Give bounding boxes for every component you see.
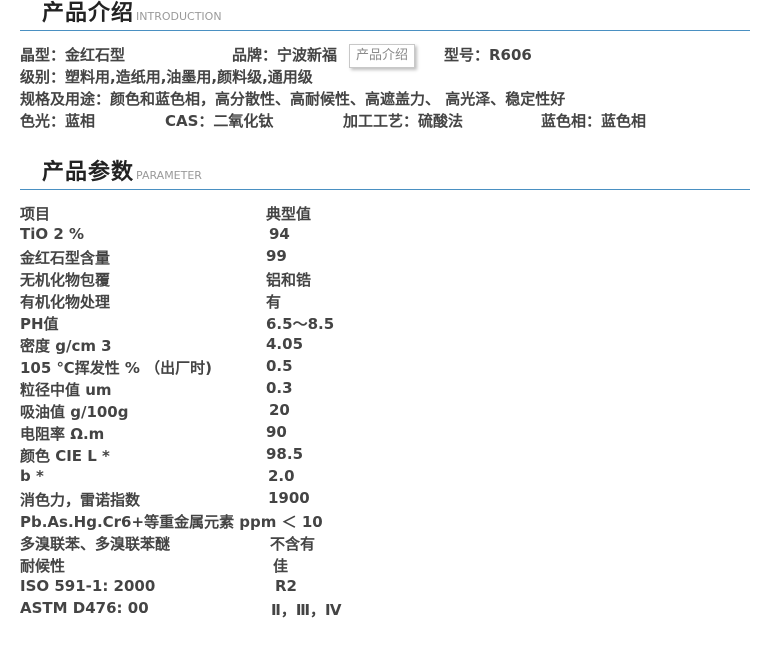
param-name: 吸油值 g/100g <box>20 403 129 421</box>
table-row: 耐候性 佳 <box>20 555 520 577</box>
brand: 品牌：宁波新福 <box>232 46 338 64</box>
table-row: 颜色 CIE L * 98.5 <box>20 445 520 467</box>
intro-tooltip: 产品介绍 <box>349 44 416 68</box>
param-name: b * <box>20 467 44 485</box>
table-row: 105 ℃挥发性 % （出厂时) 0.5 <box>20 357 520 379</box>
table-row: 密度 g/cm 3 4.05 <box>20 335 520 357</box>
table-row: TiO 2 % 94 <box>20 225 520 247</box>
param-value: 1900 <box>268 489 310 507</box>
process: 加工工艺：硫酸法 <box>343 112 464 130</box>
param-name: 无机化物包覆 <box>20 271 111 289</box>
param-value: 0.5 <box>266 357 293 375</box>
param-name: 电阻率 Ω.m <box>20 425 105 443</box>
param-name: Pb.As.Hg.Cr6+等重金属元素 ppm ＜ 10 <box>20 513 323 531</box>
param-subtitle: PARAMETER <box>136 169 202 182</box>
param-name: 密度 g/cm 3 <box>20 337 112 355</box>
table-row: PH值 6.5～8.5 <box>20 313 520 335</box>
spec-usage: 规格及用途：颜色和蓝色相，高分散性、高耐候性、高遮盖力、 高光泽、稳定性好 <box>20 90 566 108</box>
param-name: 多溴联苯、多溴联苯醚 <box>20 535 171 553</box>
param-name: ISO 591-1: 2000 <box>20 577 156 595</box>
color-light: 色光：蓝相 <box>20 112 96 130</box>
intro-subtitle: INTRODUCTION <box>136 10 222 23</box>
param-name: 消色力，雷诺指数 <box>20 491 141 509</box>
param-table: 项目 典型值 TiO 2 % 94 金红石型含量 99 无机化物包覆 铝和锆 有机化物处… <box>20 203 520 621</box>
crystal-type: 晶型：金红石型 <box>20 46 126 64</box>
param-value: 4.05 <box>266 335 304 353</box>
param-name: ASTM D476: 00 <box>20 599 149 617</box>
param-value: 0.3 <box>266 379 293 397</box>
param-value: 94 <box>269 225 290 243</box>
table-row: 金红石型含量 99 <box>20 247 520 269</box>
table-row: b * 2.0 <box>20 467 520 489</box>
table-row: 电阻率 Ω.m 90 <box>20 423 520 445</box>
param-value: 90 <box>266 423 287 441</box>
param-value: 佳 <box>273 557 289 575</box>
intro-section-header: 产品介绍 INTRODUCTION <box>20 0 750 31</box>
table-row: ISO 591-1: 2000 R2 <box>20 577 520 599</box>
param-value: 98.5 <box>266 445 304 463</box>
grade: 级别：塑料用,造纸用,油墨用,颜料级,通用级 <box>20 68 313 86</box>
model-number: 型号：R606 <box>444 46 532 64</box>
cas-number: CAS：二氧化钛 <box>165 112 274 130</box>
param-name: 项目 <box>20 205 51 223</box>
blue-phase: 蓝色相：蓝色相 <box>541 112 647 130</box>
param-name: 金红石型含量 <box>20 249 111 267</box>
param-name: 有机化物处理 <box>20 293 111 311</box>
param-name: 粒径中值 um <box>20 381 112 399</box>
param-value: 铝和锆 <box>266 271 312 289</box>
param-value: 有 <box>266 293 282 311</box>
param-value: 6.5～8.5 <box>266 315 335 333</box>
table-row: 无机化物包覆 铝和锆 <box>20 269 520 291</box>
table-row: 吸油值 g/100g 20 <box>20 401 520 423</box>
table-row: 项目 典型值 <box>20 203 520 225</box>
param-value: R2 <box>275 577 297 595</box>
table-row: Pb.As.Hg.Cr6+等重金属元素 ppm ＜ 10 <box>20 511 520 533</box>
table-row: ASTM D476: 00 Ⅱ，Ⅲ，Ⅳ <box>20 599 520 621</box>
param-title: 产品参数 PARAMETER <box>42 160 202 185</box>
param-name: PH值 <box>20 315 59 333</box>
table-row: 有机化物处理 有 <box>20 291 520 313</box>
param-value: Ⅱ，Ⅲ，Ⅳ <box>271 601 342 619</box>
param-value: 典型值 <box>266 205 312 223</box>
table-row: 消色力，雷诺指数 1900 <box>20 489 520 511</box>
table-row: 多溴联苯、多溴联苯醚 不含有 <box>20 533 520 555</box>
param-name: 耐候性 <box>20 557 66 575</box>
param-value: 20 <box>269 401 290 419</box>
param-name: TiO 2 % <box>20 225 85 243</box>
intro-title: 产品介绍 INTRODUCTION <box>42 1 222 26</box>
param-section-header: 产品参数 PARAMETER <box>20 159 750 190</box>
param-value: 不含有 <box>270 535 316 553</box>
param-value: 99 <box>266 247 287 265</box>
param-name: 颜色 CIE L * <box>20 447 110 465</box>
table-row: 粒径中值 um 0.3 <box>20 379 520 401</box>
param-value: 2.0 <box>268 467 295 485</box>
param-name: 105 ℃挥发性 % （出厂时) <box>20 359 213 377</box>
